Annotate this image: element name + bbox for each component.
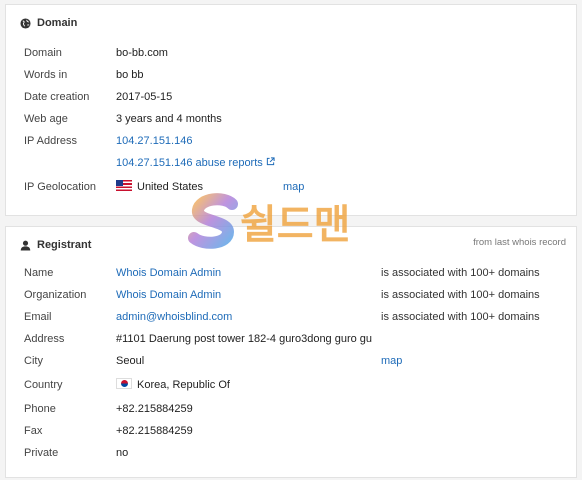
fax-label: Fax [24,425,43,437]
private-label: Private [24,447,59,459]
country-row: Country Korea, Republic Of [24,377,566,393]
name-label: Name [24,267,54,279]
phone-label: Phone [24,403,56,415]
ip-address-link[interactable]: 104.27.151.146 [116,133,192,149]
user-icon [20,240,31,251]
age-label: Web age [24,113,68,125]
domain-value: bo-bb.com [116,47,168,59]
country-name: Korea, Republic Of [137,379,230,391]
geolocation-country: United States [137,181,204,193]
domain-label: Domain [24,47,62,59]
registrant-card: Registrant from last whois record Name W… [5,226,577,478]
organization-row: Organization Whois Domain Admin is assoc… [24,287,566,303]
creation-value: 2017-05-15 [116,91,173,103]
creation-row: Date creation 2017-05-15 [24,89,566,105]
email-row: Email admin@whoisblind.com is associated… [24,309,566,325]
address-value: #1101 Daerung post tower 182-4 guro3dong… [116,333,373,345]
domain-card: Domain Domain bo-bb.com Words in bo bb D… [5,4,577,216]
organization-label: Organization [24,289,87,301]
words-label: Words in [24,69,68,81]
country-label: Country [24,379,63,391]
domain-row: Domain bo-bb.com [24,45,566,61]
private-row: Private no [24,445,566,461]
name-link[interactable]: Whois Domain Admin [116,265,221,281]
geolocation-row: IP Geolocation United States map [24,179,566,195]
geolocation-label: IP Geolocation [24,181,96,193]
fax-value: +82.215884259 [116,425,193,437]
age-value: 3 years and 4 months [116,113,222,125]
address-row: Address #1101 Daerung post tower 182-4 g… [24,331,566,347]
address-label: Address [24,333,65,345]
globe-icon [20,17,31,29]
geolocation-value: United States [116,179,203,195]
domain-title: Domain [37,17,78,29]
abuse-reports-text[interactable]: 104.27.151.146 abuse reports [116,157,263,169]
external-link-icon[interactable] [266,157,275,166]
country-value: Korea, Republic Of [116,377,230,393]
words-row: Words in bo bb [24,67,566,83]
kr-flag-icon [116,378,132,389]
whois-note: from last whois record [473,237,566,248]
name-row: Name Whois Domain Admin is associated wi… [24,265,566,281]
fax-row: Fax +82.215884259 [24,423,566,439]
city-value: Seoul [116,355,145,367]
email-label: Email [24,311,52,323]
ip-label: IP Address [24,135,77,147]
phone-row: Phone +82.215884259 [24,401,566,417]
organization-link[interactable]: Whois Domain Admin [116,287,221,303]
registrant-heading: Registrant [20,239,91,251]
private-value: no [116,447,129,459]
registrant-title: Registrant [37,239,92,251]
email-link[interactable]: admin@whoisblind.com [116,309,232,325]
city-map-link[interactable]: map [381,353,402,369]
name-assoc: is associated with 100+ domains [381,267,540,279]
creation-label: Date creation [24,91,90,103]
geolocation-map-link[interactable]: map [283,179,304,195]
abuse-reports-link[interactable]: 104.27.151.146 abuse reports [116,155,275,171]
abuse-row: 104.27.151.146 abuse reports [24,155,566,171]
age-row: Web age 3 years and 4 months [24,111,566,127]
city-row: City Seoul map [24,353,566,369]
phone-value: +82.215884259 [116,403,193,415]
domain-heading: Domain [20,17,77,29]
ip-row: IP Address 104.27.151.146 [24,133,566,149]
words-value: bo bb [116,69,144,81]
email-assoc: is associated with 100+ domains [381,311,540,323]
us-flag-icon [116,180,132,191]
city-label: City [24,355,43,367]
organization-assoc: is associated with 100+ domains [381,289,540,301]
